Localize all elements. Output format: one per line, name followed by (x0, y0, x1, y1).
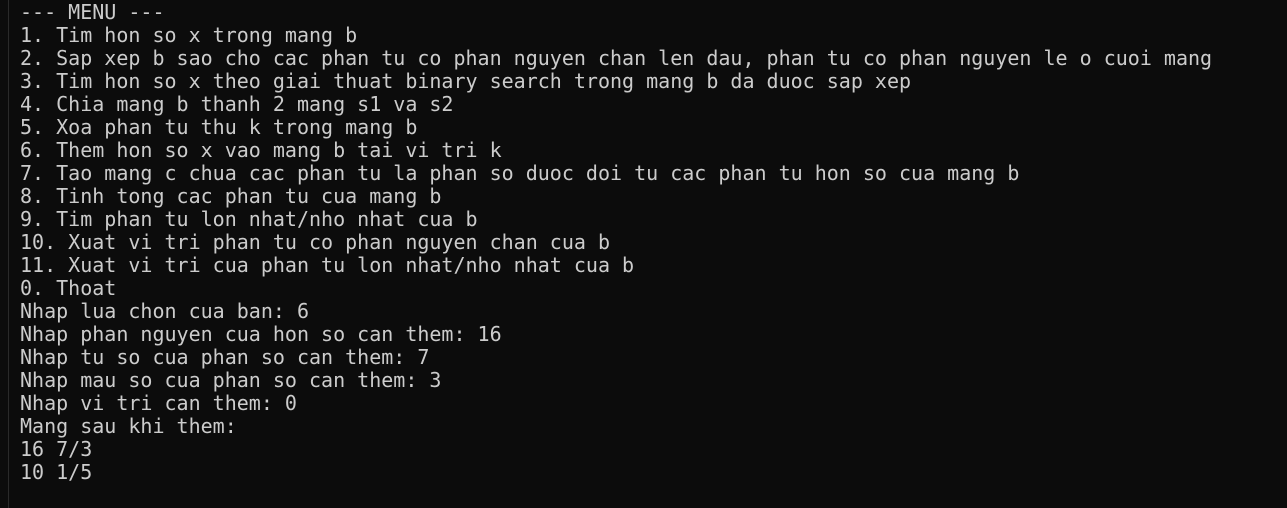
menu-option-6: 6. Them hon so x vao mang b tai vi tri k (20, 138, 502, 162)
window-edge (8, 0, 9, 508)
menu-option-9: 9. Tim phan tu lon nhat/nho nhat cua b (20, 207, 478, 231)
menu-option-1: 1. Tim hon so x trong mang b (20, 23, 358, 47)
menu-option-10: 10. Xuat vi tri phan tu co phan nguyen c… (20, 230, 611, 254)
position-prompt: Nhap vi tri can them: 0 (20, 391, 297, 415)
numerator-prompt: Nhap tu so cua phan so can them: 7 (20, 345, 430, 369)
denominator-prompt: Nhap mau so cua phan so can them: 3 (20, 368, 442, 392)
menu-option-11: 11. Xuat vi tri cua phan tu lon nhat/nho… (20, 253, 635, 277)
menu-header: --- MENU --- (20, 0, 165, 24)
console-window[interactable]: --- MENU --- 1. Tim hon so x trong mang … (0, 0, 1287, 508)
integer-part-prompt: Nhap phan nguyen cua hon so can them: 16 (20, 322, 502, 346)
menu-option-7: 7. Tao mang c chua cac phan tu la phan s… (20, 161, 1020, 185)
menu-option-0: 0. Thoat (20, 276, 117, 300)
result-item: 16 7/3 (20, 437, 93, 461)
console-output: --- MENU --- 1. Tim hon so x trong mang … (20, 1, 1212, 484)
result-heading: Mang sau khi them: (20, 414, 237, 438)
result-item: 10 1/5 (20, 460, 93, 484)
menu-option-5: 5. Xoa phan tu thu k trong mang b (20, 115, 418, 139)
menu-option-8: 8. Tinh tong cac phan tu cua mang b (20, 184, 442, 208)
menu-option-4: 4. Chia mang b thanh 2 mang s1 va s2 (20, 92, 454, 116)
choice-prompt: Nhap lua chon cua ban: 6 (20, 299, 309, 323)
menu-option-3: 3. Tim hon so x theo giai thuat binary s… (20, 69, 912, 93)
menu-option-2: 2. Sap xep b sao cho cac phan tu co phan… (20, 46, 1213, 70)
